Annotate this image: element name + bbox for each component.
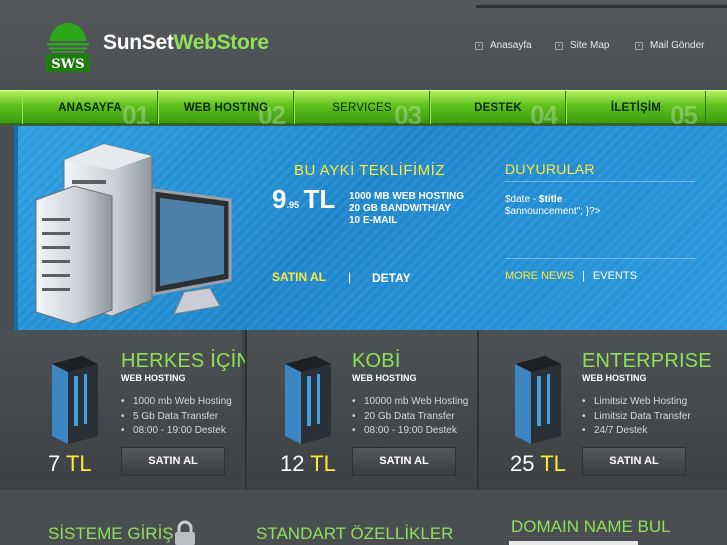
- package-feature: 08:00 - 19:00 Destek: [121, 424, 232, 439]
- banner-edge: [14, 126, 18, 330]
- package-feature: Limitsiz Data Transfer: [582, 410, 691, 425]
- package-feature: 5 Gb Data Transfer: [121, 410, 232, 425]
- package-price: 7 TL: [48, 451, 92, 477]
- server-tower-icon: [285, 356, 331, 444]
- package-features: 10000 mb Web Hosting 20 Gb Data Transfer…: [352, 395, 468, 439]
- news-date: $date -: [505, 194, 539, 205]
- logo-main-text: SunSet: [103, 31, 174, 54]
- login-section-title: SİSTEME GİRİŞ: [48, 524, 174, 543]
- logo-icon[interactable]: SWS: [44, 19, 92, 73]
- news-links: MORE NEWS | EVENTS: [505, 270, 637, 282]
- package-price-value: 25: [510, 451, 535, 476]
- offer-price: 9.95 TL: [272, 184, 335, 215]
- package-subtitle: WEB HOSTING: [352, 373, 417, 383]
- offer-features: 1000 MB WEB HOSTING 20 GB BANDWITH/AY 10…: [349, 191, 464, 227]
- domain-search-title: DOMAIN NAME BUL: [511, 517, 671, 536]
- nav-item-web-hosting[interactable]: 02 WEB HOSTING: [158, 91, 294, 124]
- arrow-bullet-icon: ›: [635, 42, 643, 50]
- offer-feature: 20 GB BANDWITH/AY: [349, 203, 451, 214]
- offer-price-int: 9: [272, 184, 287, 214]
- package-features: Limitsiz Web Hosting Limitsiz Data Trans…: [582, 395, 691, 439]
- package-card: KOBİ WEB HOSTING 10000 mb Web Hosting 20…: [247, 330, 489, 490]
- more-news-link[interactable]: MORE NEWS: [505, 270, 574, 282]
- package-price-unit: TL: [540, 451, 566, 476]
- nav-item-label: SERVICES: [332, 102, 392, 114]
- separator: |: [348, 270, 352, 284]
- offer-title: BU AYKİ TEKLİFİMİZ: [294, 162, 445, 179]
- package-card: HERKES İÇİN WEB HOSTING 1000 mb Web Host…: [0, 330, 251, 490]
- package-price: 12 TL: [280, 451, 336, 477]
- nav-item-iletisim[interactable]: 05 İLETİŞİM: [566, 91, 706, 124]
- package-price-value: 7: [48, 451, 61, 476]
- features-section-title: STANDART ÖZELLİKLER: [256, 524, 454, 543]
- header-top-line: [476, 5, 727, 8]
- offer-detail-link[interactable]: DETAY: [372, 271, 411, 285]
- arrow-bullet-icon: ›: [555, 42, 563, 50]
- server-rack-icon: [35, 143, 232, 325]
- logo-accent-text: WebStore: [173, 31, 270, 54]
- buy-button[interactable]: SATIN AL: [121, 447, 225, 476]
- news-divider: [505, 181, 695, 182]
- news-title: DUYURULAR: [505, 161, 595, 177]
- package-price: 25 TL: [510, 451, 566, 477]
- offer-price-unit: TL: [303, 184, 336, 214]
- package-name: KOBİ: [352, 350, 401, 372]
- package-features: 1000 mb Web Hosting 5 Gb Data Transfer 0…: [121, 395, 232, 439]
- buy-button[interactable]: SATIN AL: [582, 447, 686, 476]
- nav-item-anasayfa[interactable]: 01 ANASAYFA: [22, 91, 158, 124]
- package-card: ENTERPRISE WEB HOSTING Limitsiz Web Host…: [479, 330, 727, 490]
- bottom-section: SİSTEME GİRİŞ STANDART ÖZELLİKLER DOMAIN…: [0, 490, 727, 545]
- lock-icon: [175, 520, 195, 545]
- site-logo-text[interactable]: SunSetWebStore: [103, 31, 269, 55]
- toplink-anasayfa[interactable]: › Anasayfa: [475, 40, 532, 51]
- server-tower-icon: [515, 356, 561, 444]
- package-name: HERKES İÇİN: [121, 350, 252, 372]
- nav-item-label: DESTEK: [474, 102, 522, 114]
- news-item: $date - $title $announcement"; }?>: [505, 194, 695, 218]
- toplink-sitemap[interactable]: › Site Map: [555, 40, 609, 51]
- separator: |: [582, 270, 585, 282]
- toplink-label: Anasayfa: [490, 40, 532, 51]
- logo-badge-text: SWS: [51, 57, 84, 72]
- arrow-bullet-icon: ›: [475, 42, 483, 50]
- package-feature: 10000 mb Web Hosting: [352, 395, 468, 410]
- site-header: SWS SunSetWebStore › Anasayfa › Site Map…: [0, 0, 727, 90]
- nav-item-label: İLETİŞİM: [610, 102, 662, 114]
- server-tower-icon: [52, 356, 98, 444]
- package-subtitle: WEB HOSTING: [582, 373, 647, 383]
- package-feature: 24/7 Destek: [582, 424, 691, 439]
- promo-banner: BU AYKİ TEKLİFİMİZ 9.95 TL 1000 MB WEB H…: [14, 126, 727, 330]
- package-name: ENTERPRISE: [582, 350, 712, 372]
- toplink-label: Site Map: [570, 40, 610, 51]
- buy-button[interactable]: SATIN AL: [352, 447, 456, 476]
- package-price-unit: TL: [310, 451, 336, 476]
- package-feature: Limitsiz Web Hosting: [582, 395, 691, 410]
- main-nav: 01 ANASAYFA 02 WEB HOSTING 03 SERVICES 0…: [0, 90, 727, 125]
- news-item-title: $title: [538, 194, 563, 205]
- offer-feature: 10 E-MAIL: [349, 215, 398, 226]
- package-price-value: 12: [280, 451, 305, 476]
- package-feature: 20 Gb Data Transfer: [352, 410, 468, 425]
- events-link[interactable]: EVENTS: [593, 270, 637, 282]
- domain-search-input[interactable]: [509, 541, 638, 545]
- hosting-packages: HERKES İÇİN WEB HOSTING 1000 mb Web Host…: [0, 330, 727, 490]
- nav-item-services[interactable]: 03 SERVICES: [294, 91, 430, 124]
- toplink-label: Mail Gönder: [650, 40, 705, 51]
- news-body: $announcement"; }?>: [505, 206, 601, 217]
- package-subtitle: WEB HOSTING: [121, 373, 186, 383]
- package-feature: 1000 mb Web Hosting: [121, 395, 232, 410]
- package-price-unit: TL: [65, 451, 92, 476]
- offer-feature: 1000 MB WEB HOSTING: [349, 191, 465, 202]
- offer-price-dec: .95: [286, 200, 299, 210]
- nav-item-label: WEB HOSTING: [183, 102, 269, 114]
- nav-item-label: ANASAYFA: [58, 102, 122, 114]
- package-feature: 08:00 - 19:00 Destek: [352, 424, 468, 439]
- toplink-mail[interactable]: › Mail Gönder: [635, 40, 704, 51]
- nav-item-destek[interactable]: 04 DESTEK: [430, 91, 566, 124]
- offer-buy-link[interactable]: SATIN AL: [272, 270, 326, 284]
- news-divider: [505, 258, 695, 259]
